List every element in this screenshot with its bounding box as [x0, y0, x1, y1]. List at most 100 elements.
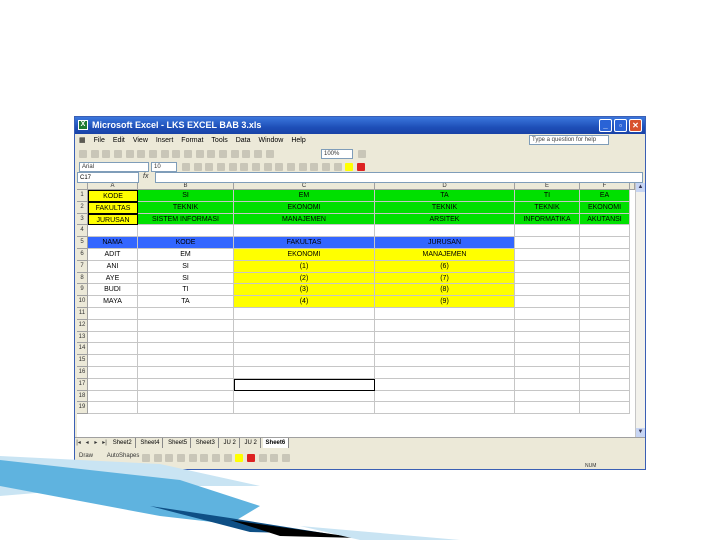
menu-file[interactable]: File	[94, 134, 105, 147]
selected-cell-c17[interactable]	[234, 378, 375, 391]
cell-empty[interactable]	[138, 343, 234, 356]
preview-icon[interactable]	[137, 150, 146, 158]
cell-b3[interactable]: SISTEM INFORMASI	[138, 213, 234, 226]
column-header[interactable]: F	[580, 183, 630, 190]
cell-f1[interactable]: EA	[580, 190, 630, 202]
cell-b1[interactable]: SI	[138, 190, 234, 202]
cut-icon[interactable]	[160, 150, 169, 158]
cell-empty[interactable]	[580, 343, 630, 356]
table-header-cell[interactable]: NAMA	[88, 237, 138, 249]
cell-empty[interactable]	[234, 367, 375, 379]
save-icon[interactable]	[102, 150, 111, 158]
cell-empty[interactable]	[375, 308, 515, 320]
zoom-select[interactable]: 100%	[321, 149, 353, 159]
cell-empty[interactable]	[580, 367, 630, 379]
cell-empty[interactable]	[88, 331, 138, 344]
cell-empty[interactable]	[88, 402, 138, 415]
cell-empty[interactable]	[234, 319, 375, 332]
table-row-cell[interactable]: EM	[138, 249, 234, 261]
sheet-tab[interactable]: Sheet2	[110, 438, 136, 448]
cell-empty[interactable]	[580, 225, 630, 238]
fill-color-icon[interactable]	[345, 163, 354, 171]
menu-format[interactable]: Format	[181, 134, 203, 147]
currency-icon[interactable]	[263, 163, 272, 171]
new-icon[interactable]	[79, 150, 87, 158]
scroll-down-icon[interactable]: ▼	[636, 428, 645, 437]
indent-icon[interactable]	[322, 163, 331, 171]
column-header[interactable]: A	[88, 183, 138, 190]
cell-e2[interactable]: TEKNIK	[515, 201, 580, 214]
row-header[interactable]: 16	[77, 367, 88, 379]
help-icon[interactable]	[358, 150, 366, 158]
cell-empty[interactable]	[515, 390, 580, 403]
close-button[interactable]: ✕	[629, 119, 642, 132]
font-select[interactable]: Arial	[79, 162, 149, 172]
cell-empty[interactable]	[580, 331, 630, 344]
autosum-icon[interactable]	[230, 150, 239, 158]
chart-icon[interactable]	[254, 150, 263, 158]
cell-empty[interactable]	[580, 272, 630, 285]
table-row-cell[interactable]: MANAJEMEN	[375, 249, 515, 261]
menu-insert[interactable]: Insert	[156, 134, 174, 147]
sheet-tab[interactable]: JU 2	[242, 438, 261, 448]
maximize-button[interactable]: ▫	[614, 119, 627, 132]
help-search-input[interactable]: Type a question for help	[529, 135, 609, 145]
copy-icon[interactable]	[172, 150, 181, 158]
sheet-tab[interactable]: Sheet3	[193, 438, 219, 448]
font-size-select[interactable]: 10	[151, 162, 177, 172]
table-row-cell[interactable]: SI	[138, 260, 234, 273]
align-left-icon[interactable]	[217, 163, 226, 171]
row-header[interactable]: 11	[77, 308, 88, 320]
scroll-up-icon[interactable]: ▲	[636, 183, 645, 192]
sort-icon[interactable]	[242, 150, 251, 158]
cell-empty[interactable]	[515, 296, 580, 308]
row-header[interactable]: 7	[77, 260, 88, 273]
menu-tools[interactable]: Tools	[211, 134, 227, 147]
spreadsheet-grid[interactable]: A B C D E F 1 2 3 4 5 6 7 8 9 10 11 12 13 14 15 16 17 18 19 KODE S…	[77, 183, 635, 437]
prev-sheet-icon[interactable]: ◂	[84, 438, 91, 448]
sheet-tab[interactable]: JU 2	[221, 438, 240, 448]
doc-icon[interactable]: ▦	[79, 134, 86, 147]
cell-empty[interactable]	[138, 308, 234, 320]
cell-empty[interactable]	[580, 390, 630, 403]
cell-empty[interactable]	[515, 343, 580, 356]
cell-empty[interactable]	[234, 390, 375, 403]
minimize-button[interactable]: _	[599, 119, 612, 132]
vertical-scrollbar[interactable]: ▲ ▼	[635, 183, 645, 437]
cell-empty[interactable]	[88, 225, 138, 238]
row-header[interactable]: 18	[77, 390, 88, 403]
cell-empty[interactable]	[88, 378, 138, 391]
cell-b2[interactable]: TEKNIK	[138, 201, 234, 214]
cell-empty[interactable]	[580, 308, 630, 320]
cell-empty[interactable]	[138, 319, 234, 332]
row-header[interactable]: 4	[77, 225, 88, 238]
table-row-cell[interactable]: TI	[138, 284, 234, 297]
menu-help[interactable]: Help	[291, 134, 305, 147]
table-row-cell[interactable]: (7)	[375, 272, 515, 285]
cell-empty[interactable]	[515, 284, 580, 297]
comma-icon[interactable]	[287, 163, 296, 171]
cell-empty[interactable]	[580, 296, 630, 308]
cell-a2[interactable]: FAKULTAS	[88, 201, 138, 214]
spelling-icon[interactable]	[149, 150, 158, 158]
cell-empty[interactable]	[375, 319, 515, 332]
name-box[interactable]: C17	[77, 172, 139, 183]
cell-empty[interactable]	[88, 343, 138, 356]
table-header-cell[interactable]: KODE	[138, 237, 234, 249]
sheet-tab[interactable]: Sheet4	[137, 438, 164, 448]
cell-empty[interactable]	[88, 367, 138, 379]
cell-f3[interactable]: AKUTANSI	[580, 213, 630, 226]
decrease-decimal-icon[interactable]	[310, 163, 319, 171]
cell-empty[interactable]	[375, 402, 515, 415]
cell-empty[interactable]	[515, 355, 580, 367]
cell-empty[interactable]	[375, 343, 515, 356]
cell-c2[interactable]: EKONOMI	[234, 201, 375, 214]
open-icon[interactable]	[90, 150, 99, 158]
cell-empty[interactable]	[234, 355, 375, 367]
row-header[interactable]: 14	[77, 343, 88, 356]
row-header[interactable]: 3	[77, 213, 88, 226]
table-row-cell[interactable]: EKONOMI	[234, 249, 375, 261]
cell-empty[interactable]	[138, 225, 234, 238]
column-header[interactable]: E	[515, 183, 580, 190]
cell-empty[interactable]	[515, 237, 580, 249]
